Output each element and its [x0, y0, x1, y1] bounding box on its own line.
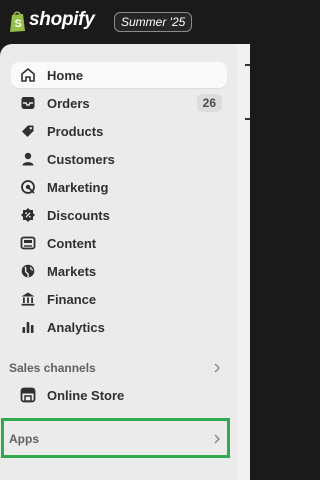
sidebar-item-label: Marketing	[47, 179, 109, 195]
store-icon	[19, 386, 37, 404]
sidebar-item-label: Discounts	[47, 207, 110, 223]
target-icon	[19, 178, 37, 196]
sidebar-item-customers[interactable]: Customers	[11, 146, 227, 172]
orders-inbox-icon	[19, 94, 37, 112]
home-icon	[19, 66, 37, 84]
sidebar-item-label: Online Store	[47, 387, 125, 403]
sidebar-item-label: Customers	[47, 151, 115, 167]
bank-icon	[19, 290, 37, 308]
sidebar-item-label: Products	[47, 123, 104, 139]
sidebar-item-label: Finance	[47, 291, 97, 307]
bar-chart-icon	[19, 318, 37, 336]
product-tag-icon	[19, 122, 37, 140]
apps-highlight-box	[1, 418, 230, 458]
top-bar: S shopify Summer '25	[0, 0, 250, 44]
sidebar-item-markets[interactable]: Markets	[11, 258, 227, 284]
sidebar-item-label: Home	[47, 67, 84, 83]
content-image-icon	[19, 234, 37, 252]
sidebar-item-home[interactable]: Home	[11, 62, 227, 88]
sidebar-item-orders[interactable]: Orders 26	[11, 90, 227, 116]
globe-icon	[19, 262, 37, 280]
sidebar-item-discounts[interactable]: Discounts	[11, 202, 227, 228]
sales-channels-title: Sales channels	[9, 361, 96, 375]
sidebar-item-label: Markets	[47, 263, 97, 279]
shopify-logo-icon[interactable]: S	[9, 10, 26, 33]
chevron-right-icon[interactable]	[211, 362, 223, 374]
content-divider	[245, 64, 250, 66]
sales-channels-header[interactable]: Sales channels	[9, 358, 227, 378]
discount-badge-icon	[19, 206, 37, 224]
sidebar-item-label: Analytics	[47, 319, 105, 335]
sidebar-item-content[interactable]: Content	[11, 230, 227, 256]
edition-badge[interactable]: Summer '25	[114, 12, 193, 32]
sidebar-item-finance[interactable]: Finance	[11, 286, 227, 312]
sidebar-item-label: Orders	[47, 95, 90, 111]
sidebar-item-online-store[interactable]: Online Store	[11, 382, 227, 408]
person-icon	[19, 150, 37, 168]
orders-count-badge: 26	[196, 94, 222, 112]
main-content-edge	[237, 44, 250, 480]
sidebar-item-marketing[interactable]: Marketing	[11, 174, 227, 200]
sidebar-item-label: Content	[47, 235, 97, 251]
svg-text:S: S	[15, 18, 22, 30]
content-divider	[245, 118, 250, 120]
sidebar-item-analytics[interactable]: Analytics	[11, 314, 227, 340]
brand-name[interactable]: shopify	[29, 9, 95, 31]
sidebar-item-products[interactable]: Products	[11, 118, 227, 144]
